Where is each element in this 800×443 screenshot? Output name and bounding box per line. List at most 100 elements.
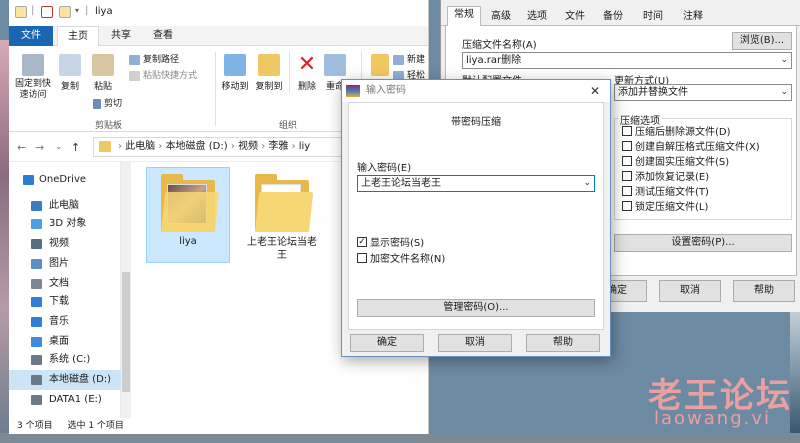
nav-item[interactable]: 此电脑 — [9, 196, 121, 216]
cut-label: 剪切 — [104, 99, 123, 109]
copy-to-label: 复制到 — [255, 82, 283, 92]
tab-comment[interactable]: 注释 — [677, 9, 709, 26]
compress-option-checkbox[interactable]: 添加恢复记录(E) — [622, 171, 709, 186]
copy-to-button[interactable]: 复制到 — [253, 54, 285, 92]
new-item-label: 新建 — [407, 55, 426, 65]
compress-option-label: 测试压缩文件(T) — [635, 187, 709, 198]
tab-advanced[interactable]: 高级 — [485, 9, 517, 26]
nav-scrollbar-thumb[interactable] — [122, 272, 130, 392]
tab-file[interactable]: 文件 — [9, 26, 53, 46]
set-password-button[interactable]: 设置密码(P)... — [614, 234, 792, 252]
password-label: 输入密码(E) — [357, 163, 412, 174]
dialog-ok-button[interactable]: 确定 — [350, 334, 424, 352]
nav-item-icon — [31, 279, 42, 289]
nav-scrollbar[interactable] — [121, 162, 131, 418]
cut-button[interactable]: 剪切 — [93, 96, 122, 112]
compress-option-checkbox[interactable]: 创建自解压格式压缩文件(X) — [622, 141, 760, 156]
breadcrumb-sep: › — [230, 141, 235, 152]
tab-view[interactable]: 查看 — [143, 26, 183, 46]
compress-option-label: 压缩后删除源文件(D) — [635, 127, 731, 138]
paste-label: 粘贴 — [93, 82, 112, 92]
paste-button[interactable]: 粘贴 — [87, 54, 119, 92]
close-icon[interactable]: ✕ — [590, 80, 600, 102]
nav-item[interactable]: 文档 — [9, 274, 121, 294]
nav-item[interactable]: DATA1 (E:) — [9, 390, 121, 410]
nav-item[interactable]: 音乐 — [9, 312, 121, 332]
nav-item-icon — [31, 201, 42, 211]
new-folder-button[interactable] — [369, 54, 391, 79]
chevron-down-icon[interactable]: ⌄ — [780, 85, 788, 100]
nav-item[interactable]: 系统 (C:) — [9, 350, 121, 370]
options-help-button[interactable]: 帮助 — [733, 280, 795, 302]
tab-backup[interactable]: 备份 — [597, 9, 629, 26]
password-input[interactable]: 上老王论坛当老王 ⌄ — [357, 175, 595, 192]
breadcrumb-item[interactable]: liy — [299, 141, 310, 152]
tab-home[interactable]: 主页 — [57, 26, 99, 46]
pin-quick-access-button[interactable]: 固定到快速访问 — [11, 54, 55, 101]
chevron-down-icon[interactable]: ⌄ — [780, 53, 788, 68]
new-item-button[interactable]: 新建 — [393, 52, 425, 68]
properties-check-icon[interactable] — [41, 6, 53, 18]
nav-item[interactable]: 3D 对象 — [9, 214, 121, 234]
options-cancel-button[interactable]: 取消 — [659, 280, 721, 302]
file-name: liya — [179, 236, 197, 247]
compress-option-checkbox[interactable]: 创建固实压缩文件(S) — [622, 156, 729, 171]
compress-option-checkbox[interactable]: 压缩后删除源文件(D) — [622, 126, 731, 141]
update-mode-select[interactable]: 添加并替换文件 ⌄ — [614, 84, 792, 101]
title-separator: | — [85, 5, 89, 16]
nav-item[interactable]: 下载 — [9, 292, 121, 312]
new-folder-icon[interactable] — [59, 6, 71, 18]
nav-item[interactable]: 视频 — [9, 234, 121, 254]
back-arrow-icon[interactable]: ← — [17, 141, 26, 154]
breadcrumb-item[interactable]: 此电脑 — [125, 141, 155, 152]
dialog-help-button[interactable]: 帮助 — [526, 334, 600, 352]
file-item[interactable]: liya — [146, 167, 230, 263]
nav-item[interactable]: OneDrive — [9, 170, 121, 190]
tab-files[interactable]: 文件 — [559, 9, 591, 26]
tab-time[interactable]: 时间 — [637, 9, 669, 26]
copy-button[interactable]: 复制 — [57, 54, 83, 92]
folder-icon — [15, 6, 27, 18]
rename-icon — [324, 54, 346, 76]
breadcrumb-sep: › — [261, 141, 266, 152]
archive-name-input[interactable]: liya.rar删除 ⌄ — [462, 52, 792, 69]
delete-button[interactable]: ✕ 删除 — [293, 54, 321, 93]
encrypt-names-checkbox[interactable]: 加密文件名称(N) — [357, 253, 445, 268]
copy-path-button[interactable]: 复制路径 — [129, 52, 179, 68]
ribbon-separator — [289, 52, 290, 92]
nav-item-label: 系统 (C:) — [49, 354, 91, 365]
tab-general[interactable]: 常规 — [447, 6, 481, 27]
compress-options-title: 压缩选项 — [618, 112, 662, 127]
tab-options[interactable]: 选项 — [521, 9, 553, 26]
browse-button[interactable]: 浏览(B)... — [732, 32, 792, 50]
breadcrumb-item[interactable]: 李雅 — [268, 141, 288, 152]
separator-icon: | — [31, 5, 35, 16]
nav-item[interactable]: 桌面 — [9, 332, 121, 352]
compress-option-label: 创建自解压格式压缩文件(X) — [635, 142, 760, 153]
show-password-checkbox[interactable]: ✓ 显示密码(S) — [357, 237, 424, 252]
status-bar: 3 个项目 选中 1 个项目 — [9, 418, 428, 434]
recent-dropdown-icon[interactable]: ⌄ — [55, 142, 63, 152]
breadcrumb-item[interactable]: 本地磁盘 (D:) — [166, 141, 228, 152]
chevron-down-icon[interactable]: ⌄ — [583, 176, 591, 191]
dialog-cancel-button[interactable]: 取消 — [438, 334, 512, 352]
tab-share[interactable]: 共享 — [101, 26, 141, 46]
compress-option-checkbox[interactable]: 锁定压缩文件(L) — [622, 201, 708, 216]
file-item[interactable]: 上老王论坛当老王 — [241, 168, 323, 278]
show-password-label: 显示密码(S) — [370, 238, 425, 249]
move-to-button[interactable]: 移动到 — [219, 54, 251, 92]
breadcrumb-item[interactable]: 视频 — [238, 141, 258, 152]
encrypt-names-label: 加密文件名称(N) — [370, 254, 446, 265]
nav-item[interactable]: 本地磁盘 (D:) — [9, 370, 121, 390]
up-arrow-icon[interactable]: ↑ — [71, 141, 80, 154]
nav-item-label: 音乐 — [49, 316, 69, 327]
compress-option-checkbox[interactable]: 测试压缩文件(T) — [622, 186, 709, 201]
nav-item[interactable]: 图片 — [9, 254, 121, 274]
manage-passwords-button[interactable]: 管理密码(O)... — [357, 299, 595, 317]
nav-item-label: 文档 — [49, 278, 69, 289]
forward-arrow-icon[interactable]: → — [35, 141, 44, 154]
checkbox-unchecked-icon — [622, 171, 632, 181]
paste-shortcut-button[interactable]: 粘贴快捷方式 — [129, 68, 197, 84]
archive-name-value: liya.rar删除 — [466, 55, 522, 66]
quick-access-dropdown-icon[interactable]: ▾ — [75, 6, 79, 15]
